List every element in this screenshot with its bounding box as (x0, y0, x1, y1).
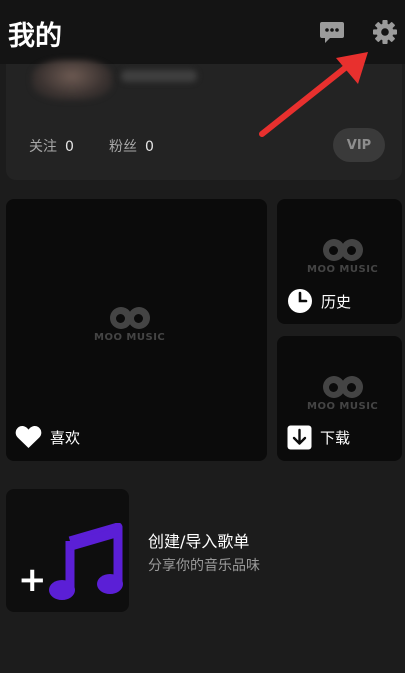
create-playlist-subtitle: 分享你的音乐品味 (148, 558, 260, 574)
follow-label: 关注 (29, 139, 57, 155)
favorites-label: 喜欢 (50, 428, 81, 447)
downloads-tile[interactable]: MOO MUSIC 下载 (277, 336, 402, 461)
history-label-group: 历史 (287, 288, 351, 314)
username-blurred (121, 70, 197, 82)
fans-count: 0 (145, 139, 154, 155)
fans-label: 粉丝 (109, 139, 137, 155)
plus-icon: + (18, 560, 47, 600)
create-playlist-title[interactable]: 创建/导入歌单 (148, 528, 249, 552)
favorites-label-group: 喜欢 (15, 425, 80, 449)
downloads-label-group: 下载 (287, 425, 350, 450)
music-note-icon (48, 522, 124, 607)
history-tile[interactable]: MOO MUSIC 历史 (277, 199, 402, 324)
history-label: 历史 (321, 292, 352, 311)
chat-bubble-icon[interactable] (318, 18, 346, 46)
follow-stat[interactable]: 关注 0 (29, 136, 74, 156)
page-title: 我的 (8, 21, 62, 52)
moo-music-watermark: MOO MUSIC (307, 376, 378, 412)
clock-icon (287, 288, 313, 314)
gear-icon[interactable] (371, 18, 399, 46)
favorites-tile[interactable]: MOO MUSIC 喜欢 (6, 199, 267, 461)
avatar[interactable] (32, 60, 112, 100)
moo-music-watermark: MOO MUSIC (307, 239, 378, 275)
annotation-arrow-icon (259, 52, 368, 137)
download-icon (287, 425, 312, 450)
create-playlist-button[interactable]: + (6, 489, 129, 612)
moo-music-watermark: MOO MUSIC (94, 307, 165, 343)
follow-count: 0 (65, 139, 74, 155)
heart-icon (15, 425, 42, 449)
downloads-label: 下载 (320, 429, 351, 447)
fans-stat[interactable]: 粉丝 0 (109, 136, 154, 156)
